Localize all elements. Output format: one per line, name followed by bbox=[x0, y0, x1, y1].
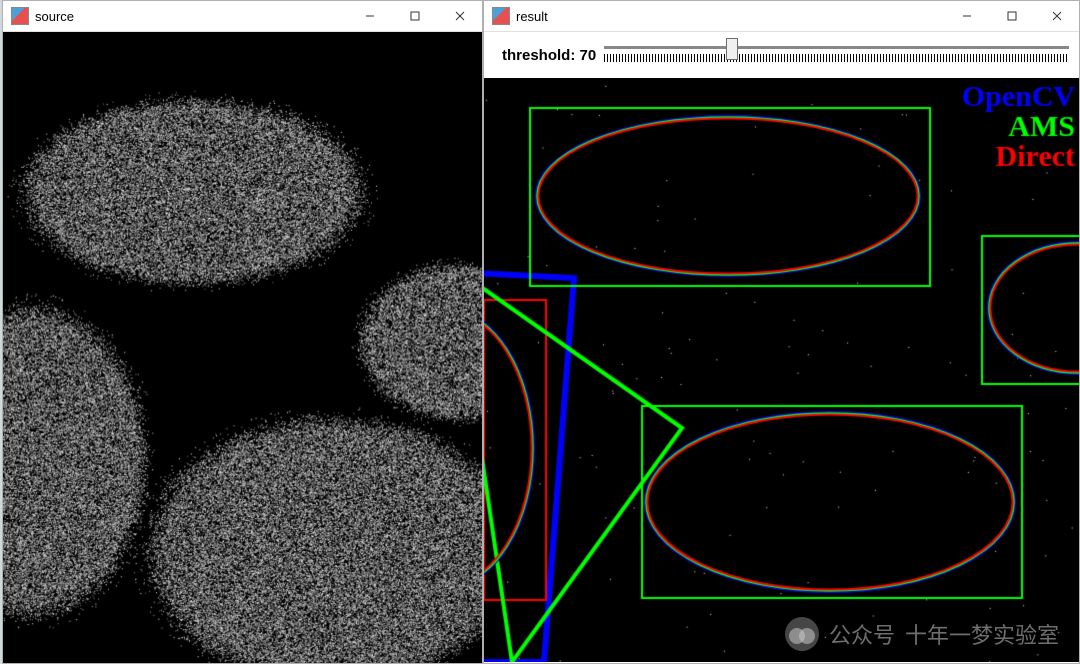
threshold-value: 70 bbox=[580, 47, 597, 64]
maximize-button[interactable] bbox=[989, 1, 1034, 31]
threshold-slider[interactable] bbox=[604, 38, 1069, 72]
source-image bbox=[3, 32, 482, 663]
source-client bbox=[3, 32, 482, 663]
slider-track bbox=[604, 46, 1069, 49]
maximize-button[interactable] bbox=[392, 1, 437, 31]
result-client: threshold: 70 公众号 十年一梦实验室 bbox=[484, 32, 1079, 663]
window-result: result threshold: 70 公众号 十年一梦实验室 bbox=[483, 0, 1080, 664]
close-button[interactable] bbox=[437, 1, 482, 31]
window-title: result bbox=[516, 9, 548, 24]
titlebar-result[interactable]: result bbox=[484, 1, 1079, 32]
watermark: 公众号 十年一梦实验室 bbox=[785, 617, 1059, 651]
app-icon bbox=[492, 7, 510, 25]
watermark-name: 十年一梦实验室 bbox=[905, 618, 1059, 650]
slider-ticks bbox=[604, 54, 1069, 62]
minimize-button[interactable] bbox=[944, 1, 989, 31]
minimize-button[interactable] bbox=[347, 1, 392, 31]
threshold-slider-row: threshold: 70 bbox=[484, 32, 1079, 78]
wechat-icon bbox=[785, 617, 819, 651]
result-image bbox=[484, 78, 1079, 662]
window-source: source bbox=[2, 0, 483, 664]
app-icon bbox=[11, 7, 29, 25]
window-title: source bbox=[35, 9, 74, 24]
slider-thumb[interactable] bbox=[726, 38, 738, 60]
threshold-label: threshold: 70 bbox=[502, 47, 596, 64]
watermark-prefix: 公众号 bbox=[829, 618, 895, 650]
threshold-label-text: threshold: bbox=[502, 47, 575, 64]
close-button[interactable] bbox=[1034, 1, 1079, 31]
titlebar-source[interactable]: source bbox=[3, 1, 482, 32]
